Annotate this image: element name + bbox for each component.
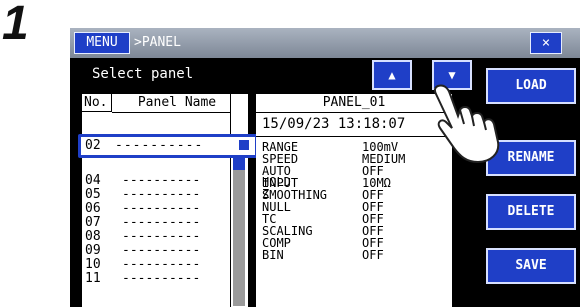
page-title: Select panel: [92, 66, 194, 82]
menu-button[interactable]: MENU: [74, 32, 130, 54]
delete-button[interactable]: DELETE: [486, 194, 576, 230]
device-screen: MENU >PANEL × Select panel ▲ ▼ LOAD RENA…: [70, 28, 580, 307]
panel-details: PANEL_01 15/09/23 13:18:07 RANGE 100mV SP…: [256, 94, 452, 307]
breadcrumb: >PANEL: [134, 35, 181, 50]
column-header-no: No.: [82, 94, 112, 112]
step-number: 1: [2, 0, 29, 50]
column-header-name: Panel Name: [112, 94, 242, 113]
list-item[interactable]: 06 ----------: [82, 202, 242, 215]
scrollbar-track: [233, 170, 245, 306]
list-item[interactable]: 10 ----------: [82, 258, 242, 271]
selection-marker-icon: [239, 140, 249, 150]
scroll-up-button[interactable]: ▲: [372, 60, 412, 90]
list-item[interactable]: 04 ----------: [82, 174, 242, 187]
panel-timestamp: 15/09/23 13:18:07: [262, 116, 406, 132]
list-scrollbar[interactable]: [230, 94, 248, 307]
list-item[interactable]: 05 ----------: [82, 188, 242, 201]
panel-title: PANEL_01: [256, 94, 452, 113]
list-item[interactable]: 07 ----------: [82, 216, 242, 229]
list-item[interactable]: 09 ----------: [82, 244, 242, 257]
up-arrow-icon: ▲: [388, 68, 396, 82]
list-item[interactable]: 08 ----------: [82, 230, 242, 243]
save-button[interactable]: SAVE: [486, 248, 576, 284]
list-item[interactable]: 11 ----------: [82, 272, 242, 285]
close-button[interactable]: ×: [530, 32, 562, 54]
title-bar: MENU >PANEL ×: [70, 28, 580, 58]
selected-list-item[interactable]: 02 ----------: [78, 134, 258, 158]
divider: [256, 136, 452, 137]
panel-list: No. Panel Name 04 ---------- 05 ----------…: [82, 94, 242, 307]
down-arrow-icon: ▼: [448, 68, 456, 82]
pointing-hand-icon: [433, 84, 500, 164]
